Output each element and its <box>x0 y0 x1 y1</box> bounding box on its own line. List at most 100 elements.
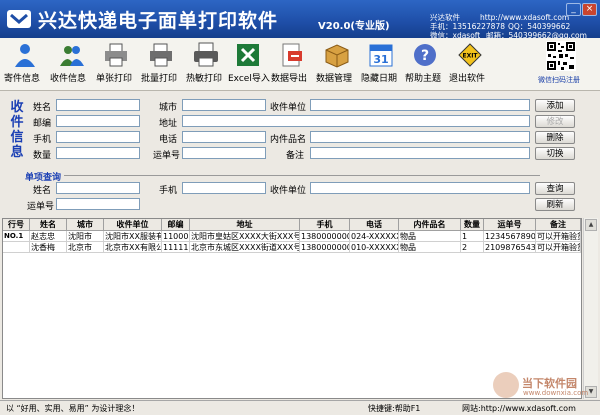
label-zip: 邮编 <box>33 119 52 129</box>
export-icon <box>282 43 302 67</box>
table-row-2-name[interactable]: 沈香梅 <box>30 242 67 253</box>
col-header-zip[interactable]: 邮编 <box>162 219 190 231</box>
box-icon <box>325 44 349 68</box>
table-row-1-zip[interactable]: 110000 <box>162 231 190 242</box>
toolbar-help[interactable]: ? 帮助主题 <box>405 42 445 88</box>
svg-text:?: ? <box>421 48 429 64</box>
company-input[interactable] <box>310 99 530 111</box>
table-row-1-company[interactable]: 沈阳市XX服装有限公司 <box>104 231 162 242</box>
toolbar-single-print[interactable]: 单张打印 <box>96 42 136 88</box>
label-phone: 手机 <box>33 135 52 145</box>
col-header-note[interactable]: 备注 <box>536 219 581 231</box>
close-button[interactable]: × <box>582 3 597 16</box>
phone-input[interactable] <box>56 131 140 143</box>
calendar-day: 31 <box>373 53 388 66</box>
table-row-1-city[interactable]: 沈阳市 <box>67 231 104 242</box>
exit-sign-text: EXIT <box>462 53 478 60</box>
toolbar-data-management[interactable]: 数据管理 <box>316 42 358 88</box>
edit-button[interactable]: 修改 <box>535 115 575 128</box>
receiver-title-1: 收 <box>10 100 24 115</box>
table-row-2-qty[interactable]: 2 <box>461 242 484 253</box>
table-row-2-tracking[interactable]: 210987654321 <box>484 242 536 253</box>
col-header-qty[interactable]: 数量 <box>461 219 484 231</box>
label-address: 地址 <box>159 119 178 129</box>
toolbar-excel-import[interactable]: Excel导入 <box>228 42 270 88</box>
data-grid: 行号 姓名 城市 收件单位 邮编 地址 手机 电话 内件品名 数量 运单号 备注… <box>2 218 582 399</box>
table-row-2-tel[interactable]: 010-XXXXXXXX <box>350 242 399 253</box>
table-row-1-phone[interactable]: 13800000000 <box>300 231 350 242</box>
toolbar-receiver-info[interactable]: 收件信息 <box>50 42 94 88</box>
search-label-company: 收件单位 <box>270 186 307 196</box>
qr-label: 微信扫码注册 <box>538 76 580 84</box>
query-button[interactable]: 查询 <box>535 182 575 195</box>
company-url: http://www.xdasoft.com <box>480 13 570 22</box>
table-row-2-note[interactable]: 可以开箱验货 <box>536 242 581 253</box>
col-header-address[interactable]: 地址 <box>190 219 300 231</box>
label-item: 内件品名 <box>270 135 307 145</box>
toolbar: 寄件信息 收件信息 单张打印 批量打印 热敏打印 Excel导入 数据导出 数据… <box>0 38 600 91</box>
label-name: 姓名 <box>33 103 52 113</box>
help-icon: ? <box>414 44 436 66</box>
toolbar-sender-info[interactable]: 寄件信息 <box>4 42 46 88</box>
col-header-city[interactable]: 城市 <box>67 219 104 231</box>
toolbar-thermal-print[interactable]: 热敏打印 <box>186 42 226 88</box>
table-row-1-tel[interactable]: 024-XXXXXXXX <box>350 231 399 242</box>
tracking-input[interactable] <box>182 147 266 159</box>
col-header-company[interactable]: 收件单位 <box>104 219 162 231</box>
toolbar-data-export[interactable]: 数据导出 <box>271 42 313 88</box>
col-header-phone[interactable]: 手机 <box>300 219 350 231</box>
name-input[interactable] <box>56 99 140 111</box>
zip-input[interactable] <box>56 115 140 127</box>
address-input[interactable] <box>182 115 530 127</box>
refresh-button[interactable]: 刷新 <box>535 198 575 211</box>
col-header-item[interactable]: 内件品名 <box>399 219 461 231</box>
table-row-2-company[interactable]: 北京市XX有限公司 <box>104 242 162 253</box>
delete-button[interactable]: 删除 <box>535 131 575 144</box>
tel-input[interactable] <box>182 131 266 143</box>
search-tracking-input[interactable] <box>56 198 140 210</box>
item-input[interactable] <box>310 131 530 143</box>
search-phone-input[interactable] <box>182 182 266 194</box>
table-row-1-tracking[interactable]: 123456789012 <box>484 231 536 242</box>
qty-input[interactable] <box>56 147 140 159</box>
excel-icon <box>237 44 259 66</box>
col-header-name[interactable]: 姓名 <box>30 219 67 231</box>
table-row-2-phone[interactable]: 13800000000 <box>300 242 350 253</box>
minimize-button[interactable]: _ <box>566 3 581 16</box>
note-input[interactable] <box>310 147 530 159</box>
exit-icon: EXIT <box>458 43 482 67</box>
col-header-tel[interactable]: 电话 <box>350 219 399 231</box>
table-row-1-address[interactable]: 沈阳市皇姑区XXXX大街XXX号 <box>190 231 300 242</box>
table-row-1-qty[interactable]: 1 <box>461 231 484 242</box>
label-city: 城市 <box>159 103 178 113</box>
calendar-icon: 31 <box>369 44 393 67</box>
toolbar-hide-date[interactable]: 31 隐藏日期 <box>361 42 401 88</box>
table-row-1-name[interactable]: 赵志忠 <box>30 231 67 242</box>
table-row-2-address[interactable]: 北京市东城区XXXX街道XXX号 <box>190 242 300 253</box>
table-row-2-item[interactable]: 物品 <box>399 242 461 253</box>
table-row-2-zip[interactable]: 111111 <box>162 242 190 253</box>
watermark-logo-icon <box>493 372 519 398</box>
person-icon <box>15 44 35 67</box>
search-name-input[interactable] <box>56 182 140 194</box>
table-row-1-note[interactable]: 可以开箱验货 <box>536 231 581 242</box>
scroll-up-icon[interactable]: ▲ <box>585 219 597 231</box>
vertical-scrollbar[interactable]: ▲ ▼ <box>583 218 598 399</box>
switch-button[interactable]: 切换 <box>535 147 575 160</box>
receiver-title-2: 件 <box>10 115 24 130</box>
toolbar-batch-print[interactable]: 批量打印 <box>141 42 181 88</box>
table-row-2-city[interactable]: 北京市 <box>67 242 104 253</box>
table-row-1-item[interactable]: 物品 <box>399 231 461 242</box>
add-button[interactable]: 添加 <box>535 99 575 112</box>
toolbar-exit[interactable]: EXIT 退出软件 <box>449 42 491 88</box>
col-header-row-no[interactable]: 行号 <box>3 219 30 231</box>
table-row-1-no[interactable]: NO.1 <box>3 231 30 242</box>
search-divider <box>30 175 540 176</box>
table-row-2-no[interactable] <box>3 242 30 253</box>
title-bar: 兴达快递电子面单打印软件 V20.0(专业版) 兴达软件 http://www.… <box>0 0 600 40</box>
city-input[interactable] <box>182 99 266 111</box>
status-slogan: 以 “好用、实用、易用” 为设计理念！ <box>6 404 140 413</box>
label-tracking: 运单号 <box>153 151 181 161</box>
search-company-input[interactable] <box>310 182 530 194</box>
col-header-tracking[interactable]: 运单号 <box>484 219 536 231</box>
